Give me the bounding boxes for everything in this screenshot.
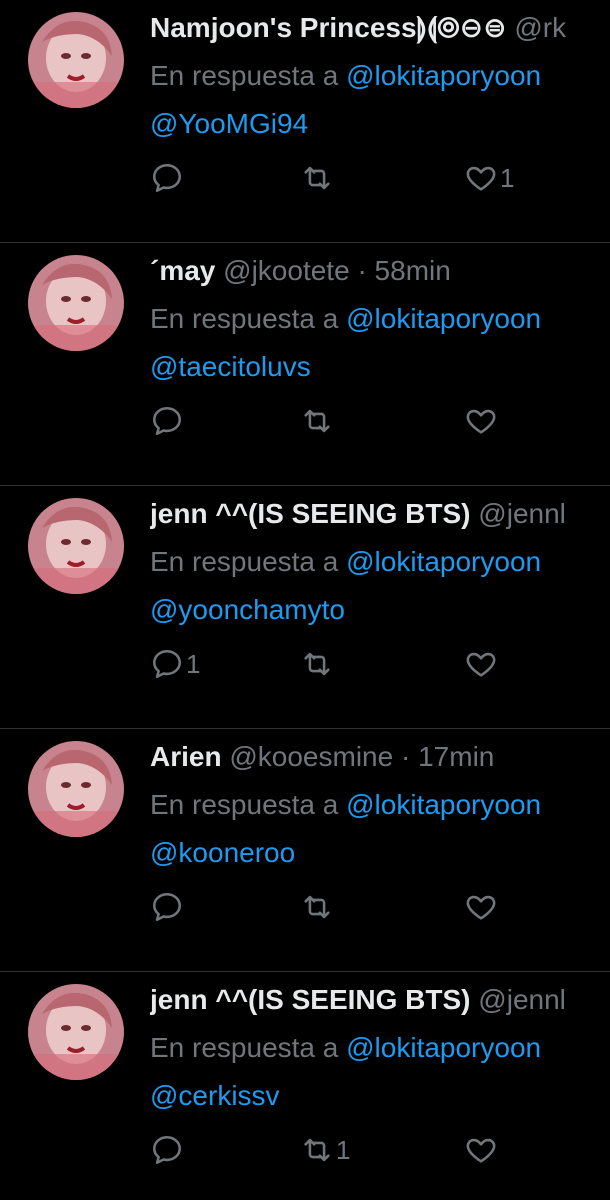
handle[interactable]: @jkootete [223,255,350,286]
avatar[interactable] [28,255,124,351]
separator-dot: · [400,741,411,772]
handle[interactable]: @jennl [478,984,566,1015]
reply-count: 1 [186,648,201,679]
tweet-header: jenn ^^(IS SEEING BTS) @jennl [150,980,610,1020]
reply-icon [150,404,184,438]
display-name[interactable]: jenn ^^(IS SEEING BTS) [150,498,471,529]
display-name[interactable]: jenn ^^(IS SEEING BTS) [150,984,471,1015]
reply-button[interactable] [150,158,186,198]
avatar[interactable] [28,741,124,837]
mention-link[interactable]: @YooMGi94 [150,102,610,146]
reply-button[interactable] [150,887,186,927]
reply-icon [150,890,184,924]
like-count: 1 [500,162,515,193]
action-bar [150,401,610,441]
reply-to-link[interactable]: @lokitaporyoon [346,546,541,577]
avatar[interactable] [28,498,124,594]
retweet-icon [300,404,334,438]
reply-button[interactable] [150,401,186,441]
mention-link[interactable]: @taecitoluvs [150,345,610,389]
retweet-icon [300,161,334,195]
reply-feed: Namjoon's Princess⟭⟬⦾⊖⊜ @rk En respuesta… [0,0,610,1200]
tweet-header: Namjoon's Princess⟭⟬⦾⊖⊜ @rk [150,8,610,48]
handle[interactable]: @jennl [478,498,566,529]
reply-prefix: En respuesta a [150,1032,339,1063]
handle[interactable]: @rk [514,12,566,43]
like-button[interactable] [464,1130,500,1170]
avatar[interactable] [28,984,124,1080]
reply-to-link[interactable]: @lokitaporyoon [346,1032,541,1063]
reply-button[interactable]: 1 [150,644,200,684]
tweet[interactable]: ´may @jkootete · 58min En respuesta a @l… [0,243,610,486]
reply-context: En respuesta a @lokitaporyoon [150,54,610,98]
heart-icon [464,161,498,195]
mention-link[interactable]: @yoonchamyto [150,588,610,632]
reply-context: En respuesta a @lokitaporyoon [150,1026,610,1070]
action-bar: 1 [150,1130,610,1170]
heart-icon [464,1133,498,1167]
retweet-icon [300,890,334,924]
tweet[interactable]: Arien @kooesmine · 17min En respuesta a … [0,729,610,972]
like-button[interactable] [464,401,500,441]
like-button[interactable]: 1 [464,158,514,198]
reply-button[interactable] [150,1130,186,1170]
mention-link[interactable]: @kooneroo [150,831,610,875]
retweet-button[interactable]: 1 [300,1130,350,1170]
tweet-header: ´may @jkootete · 58min [150,251,610,291]
mention-link[interactable]: @cerkissv [150,1074,610,1118]
display-name[interactable]: Arien [150,741,222,772]
like-button[interactable] [464,644,500,684]
tweet[interactable]: jenn ^^(IS SEEING BTS) @jennl En respues… [0,486,610,729]
reply-context: En respuesta a @lokitaporyoon [150,540,610,584]
tweet[interactable]: jenn ^^(IS SEEING BTS) @jennl En respues… [0,972,610,1200]
retweet-icon [300,647,334,681]
heart-icon [464,890,498,924]
retweet-button[interactable] [300,887,336,927]
reply-prefix: En respuesta a [150,60,339,91]
action-bar: 1 [150,158,610,198]
display-name[interactable]: ´may [150,255,215,286]
display-name[interactable]: Namjoon's Princess [150,12,417,43]
retweet-button[interactable] [300,644,336,684]
tweet-header: Arien @kooesmine · 17min [150,737,610,777]
timestamp[interactable]: 17min [418,741,494,772]
reply-icon [150,1133,184,1167]
handle[interactable]: @kooesmine [229,741,393,772]
retweet-count: 1 [336,1134,351,1165]
reply-to-link[interactable]: @lokitaporyoon [346,789,541,820]
heart-icon [464,404,498,438]
avatar[interactable] [28,12,124,108]
reply-to-link[interactable]: @lokitaporyoon [346,60,541,91]
tweet[interactable]: Namjoon's Princess⟭⟬⦾⊖⊜ @rk En respuesta… [0,0,610,243]
name-emoji-suffix: ⟭⟬⦾⊖⊜ [416,12,507,43]
reply-icon [150,161,184,195]
action-bar: 1 [150,644,610,684]
retweet-button[interactable] [300,401,336,441]
reply-icon [150,647,184,681]
heart-icon [464,647,498,681]
separator-dot: · [357,255,367,286]
like-button[interactable] [464,887,500,927]
tweet-header: jenn ^^(IS SEEING BTS) @jennl [150,494,610,534]
reply-context: En respuesta a @lokitaporyoon [150,297,610,341]
reply-prefix: En respuesta a [150,546,339,577]
action-bar [150,887,610,927]
reply-context: En respuesta a @lokitaporyoon [150,783,610,827]
retweet-icon [300,1133,334,1167]
retweet-button[interactable] [300,158,336,198]
reply-prefix: En respuesta a [150,303,339,334]
reply-to-link[interactable]: @lokitaporyoon [346,303,541,334]
timestamp[interactable]: 58min [375,255,451,286]
reply-prefix: En respuesta a [150,789,339,820]
